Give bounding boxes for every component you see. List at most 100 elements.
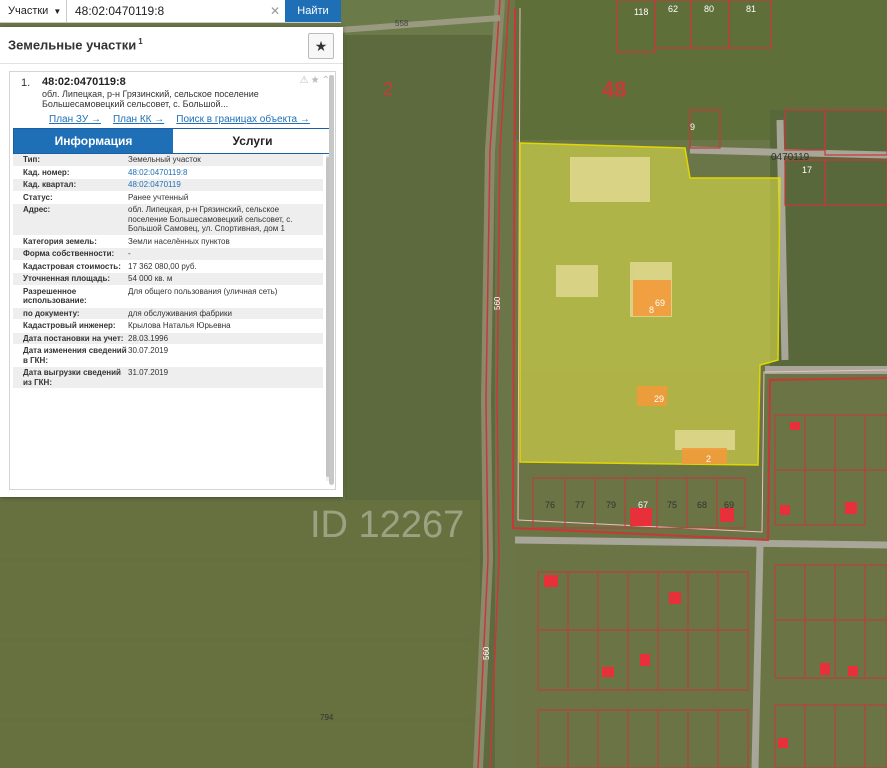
map-label: 560 (482, 646, 491, 660)
property-key: Дата изменения сведений в ГКН: (23, 346, 127, 365)
layer-select[interactable]: Участки ▼ (0, 0, 67, 22)
plan-kk-link[interactable]: План КК → (113, 114, 164, 125)
search-input[interactable] (67, 0, 265, 22)
map-label: 8 (649, 305, 654, 315)
map-label: 69 (655, 298, 665, 308)
property-row: Кадастровый инженер: Крылова Наталья Юрье… (13, 320, 323, 333)
map-label: 62 (668, 4, 678, 14)
chevron-down-icon: ▼ (53, 6, 62, 16)
plan-zu-link[interactable]: План ЗУ → (49, 114, 101, 125)
warning-icon[interactable]: ⚠ (300, 75, 311, 86)
property-value: 31.07.2019 (128, 368, 169, 377)
property-row: Категория земель: Земли населённых пункто… (13, 236, 323, 248)
result-address: обл. Липецкая, р-н Грязинский, сельское … (42, 89, 259, 109)
map-label: 560 (493, 296, 502, 310)
map-label: 48 (602, 77, 626, 102)
property-row: Разрешенное использование: Для общего пол… (13, 286, 323, 308)
property-row: Кад. квартал: 48:02:0470119 (13, 179, 323, 192)
property-row: Тип: Земельный участок (13, 154, 323, 167)
layer-select-label: Участки (8, 5, 49, 17)
map-label: 17 (802, 165, 812, 175)
tab-information[interactable]: Информация (14, 129, 173, 153)
star-icon: ★ (314, 37, 328, 54)
map-label: 67 (638, 500, 648, 510)
map-label: 68 (697, 500, 707, 510)
property-row: Форма собственности: - (13, 248, 323, 261)
property-value: Крылова Наталья Юрьевна (128, 321, 231, 330)
property-key: Разрешенное использование: (23, 286, 87, 306)
property-value: Для общего пользования (уличная сеть) (128, 286, 278, 296)
property-row: Адрес: обл. Липецкая, р-н Грязинский, сел… (13, 204, 323, 236)
property-key: Форма собственности: (23, 249, 115, 258)
property-value[interactable]: 48:02:0470119 (128, 180, 323, 190)
map-label: 2 (383, 79, 393, 99)
property-value: 54 000 кв. м (128, 274, 173, 283)
result-title[interactable]: 48:02:0470119:8 (42, 76, 126, 88)
property-value: Ранее учтенный (128, 192, 189, 202)
panel-title: Земельные участки 1 (8, 37, 143, 52)
property-value: Земельный участок (128, 155, 201, 164)
tab-bar: Информация Услуги (13, 128, 333, 154)
map-label: 69 (724, 500, 734, 510)
watermark: ID 12267 (310, 504, 464, 546)
result-number: 1. (21, 77, 31, 89)
property-key: Кадастровая стоимость: (23, 261, 121, 271)
scrollbar-thumb[interactable] (329, 75, 334, 485)
property-key: Кад. номер: (23, 167, 70, 177)
map-label: 75 (667, 500, 677, 510)
property-row: Дата изменения сведений в ГКН: 30.07.2019 (13, 345, 323, 367)
search-in-bounds-link[interactable]: Поиск в границах объекта → (176, 114, 310, 125)
result-count: 1 (138, 37, 143, 47)
result-card: 1. 48:02:0470119:8 обл. Липецкая, р-н Гр… (9, 71, 336, 490)
property-key: Тип: (23, 155, 40, 164)
property-key: Адрес: (23, 205, 51, 214)
property-key: Кадастровый инженер: (23, 321, 116, 330)
properties-table: Тип: Земельный участок Кад. номер: 48:02:04… (13, 154, 323, 389)
property-row: Дата выгрузки сведений из ГКН: 31.07.2019 (13, 367, 323, 389)
property-key: Уточненная площадь: (23, 274, 111, 283)
property-row: Статус: Ранее учтенный (13, 192, 323, 204)
map-label: 2 (706, 454, 711, 464)
map-label: 81 (746, 4, 756, 14)
property-row: Кад. номер: 48:02:0470119:8 (13, 167, 323, 179)
map-label: 0470119 (771, 152, 810, 163)
panel-scrollbar[interactable] (329, 75, 334, 485)
map-label: 77 (575, 500, 585, 510)
property-value: Земли населённых пунктов (128, 236, 230, 246)
map-label: 80 (704, 4, 714, 14)
star-icon[interactable]: ★ (311, 75, 322, 86)
panel-header: Земельные участки 1 ★ (0, 27, 343, 64)
property-key: Категория земель: (23, 236, 97, 246)
property-value: для обслуживания фабрики (128, 308, 232, 318)
property-row: Дата постановки на учет: 28.03.1996 (13, 332, 323, 345)
map-label: 29 (654, 394, 664, 404)
panel-title-text: Земельные участки (8, 37, 137, 53)
property-value: 30.07.2019 (128, 346, 169, 355)
property-key: Дата выгрузки сведений из ГКН: (23, 368, 121, 387)
property-value: 28.03.1996 (128, 333, 169, 343)
map-label: 118 (634, 7, 648, 17)
property-row: по документу: для обслуживания фабрики (13, 307, 323, 320)
map-label: 76 (545, 500, 555, 510)
result-links: План ЗУ → План КК → Поиск в границах объ… (49, 114, 310, 125)
favorite-star-button[interactable]: ★ (308, 33, 334, 59)
property-key: Статус: (23, 192, 53, 202)
clear-icon[interactable]: ✕ (265, 0, 285, 22)
property-row: Кадастровая стоимость: 17 362 080,00 руб. (13, 261, 323, 273)
tab-services[interactable]: Услуги (173, 129, 332, 153)
property-value: обл. Липецкая, р-н Грязинский, сельское … (128, 205, 293, 233)
map-label: 558 (395, 19, 409, 28)
property-key: Кад. квартал: (23, 180, 77, 189)
result-actions: ⚠★⌃ (300, 75, 332, 86)
map-label: 794 (320, 713, 334, 722)
property-key: Дата постановки на учет: (23, 333, 124, 343)
property-row: Уточненная площадь: 54 000 кв. м (13, 273, 323, 286)
map-label: 9 (690, 122, 695, 132)
find-button[interactable]: Найти (285, 0, 341, 22)
map-label: 79 (606, 500, 616, 510)
property-value: - (128, 249, 131, 258)
property-key: по документу: (23, 308, 80, 318)
property-value[interactable]: 48:02:0470119:8 (128, 168, 323, 178)
results-panel: Земельные участки 1 ★ 1. 48:02:0470119:8 … (0, 27, 343, 497)
search-bar: Участки ▼ ✕ Найти (0, 0, 341, 23)
